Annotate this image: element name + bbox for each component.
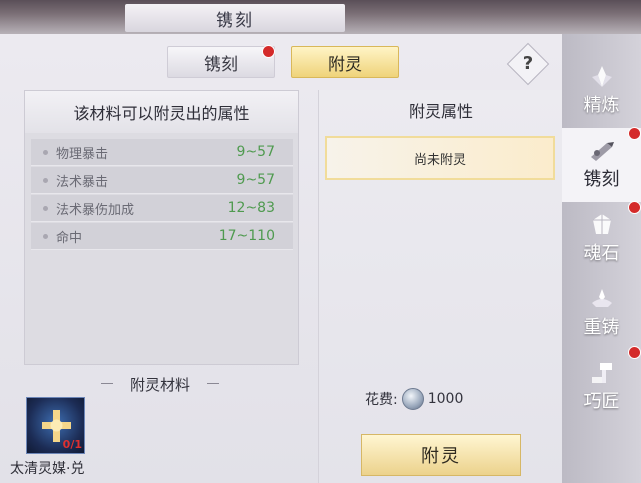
tab-engrave-badge — [263, 46, 274, 57]
question-icon: ? — [522, 53, 534, 74]
attribute-row: 物理暴击 9~57 — [31, 139, 293, 166]
attribute-name: 法术暴击 — [56, 174, 109, 190]
sidebar: 精炼 镌刻 魂石 重铸 巧匠 — [562, 34, 641, 483]
sidebar-item-label: 重铸 — [583, 317, 620, 338]
sidebar-item-label: 镌刻 — [583, 169, 620, 190]
attribute-range: 12~83 — [227, 200, 275, 216]
attribute-row: 法术暴击 9~57 — [31, 167, 293, 194]
sidebar-item-recast[interactable]: 重铸 — [562, 276, 641, 350]
tab-enchant[interactable]: 附灵 — [291, 46, 399, 78]
bullet-icon — [43, 177, 48, 183]
attribute-name: 法术暴伤加成 — [56, 202, 135, 218]
tab-enchant-label: 附灵 — [328, 54, 362, 75]
materials-section-label: 附灵材料 — [101, 374, 219, 395]
enchant-panel: 附灵属性 尚未附灵 花费: 1000 — [318, 90, 562, 483]
craftsman-icon — [591, 363, 612, 383]
sidebar-soulstone-badge — [629, 202, 640, 213]
attribute-row: 命中 17~110 — [31, 223, 293, 250]
recast-icon — [591, 289, 612, 307]
attribute-range: 9~57 — [236, 144, 275, 160]
bullet-icon — [43, 149, 48, 155]
tab-engrave[interactable]: 镌刻 — [167, 46, 275, 78]
silver-coin-icon — [401, 388, 424, 410]
soulstone-icon — [592, 214, 611, 234]
sidebar-item-soulstone[interactable]: 魂石 — [562, 202, 641, 276]
sidebar-item-label: 魂石 — [583, 243, 620, 264]
material-slot[interactable]: 0/1 — [26, 397, 85, 454]
attributes-panel-title: 该材料可以附灵出的属性 — [25, 91, 298, 133]
attributes-panel: 该材料可以附灵出的属性 物理暴击 9~57 法术暴击 9~57 法术暴伤加成 1… — [24, 90, 299, 365]
enchant-button-label: 附灵 — [421, 446, 461, 467]
material-count: 0/1 — [62, 438, 82, 451]
enchant-slot[interactable]: 尚未附灵 — [325, 136, 555, 180]
sidebar-item-label: 巧匠 — [583, 391, 620, 412]
attribute-range: 17~110 — [218, 228, 275, 244]
sidebar-item-refine[interactable]: 精炼 — [562, 54, 641, 128]
enchant-button[interactable]: 附灵 — [361, 434, 521, 476]
window-title: 镌刻 — [125, 4, 345, 32]
sidebar-craftsman-badge — [629, 347, 640, 358]
sidebar-item-craftsman[interactable]: 巧匠 — [562, 350, 641, 424]
tab-engrave-label: 镌刻 — [204, 54, 238, 75]
cost-value: 1000 — [427, 391, 464, 407]
bullet-icon — [43, 233, 48, 239]
cost-label: 花费: — [365, 392, 398, 408]
material-name: 太清灵媒·兑 — [10, 461, 85, 477]
engrave-icon — [590, 142, 614, 161]
top-bar: 镌刻 — [0, 0, 641, 34]
enchant-panel-title: 附灵属性 — [408, 102, 473, 121]
sidebar-item-label: 精炼 — [583, 95, 620, 116]
refine-icon — [591, 66, 612, 87]
cost-display: 花费: 1000 — [365, 388, 463, 410]
attribute-name: 物理暴击 — [56, 146, 109, 162]
attribute-name: 命中 — [56, 230, 83, 246]
bullet-icon — [43, 205, 48, 211]
attribute-row: 法术暴伤加成 12~83 — [31, 195, 293, 222]
enchant-slot-text: 尚未附灵 — [413, 152, 466, 168]
attribute-range: 9~57 — [236, 172, 275, 188]
sidebar-engrave-badge — [629, 128, 640, 139]
sidebar-item-engrave[interactable]: 镌刻 — [562, 128, 641, 202]
